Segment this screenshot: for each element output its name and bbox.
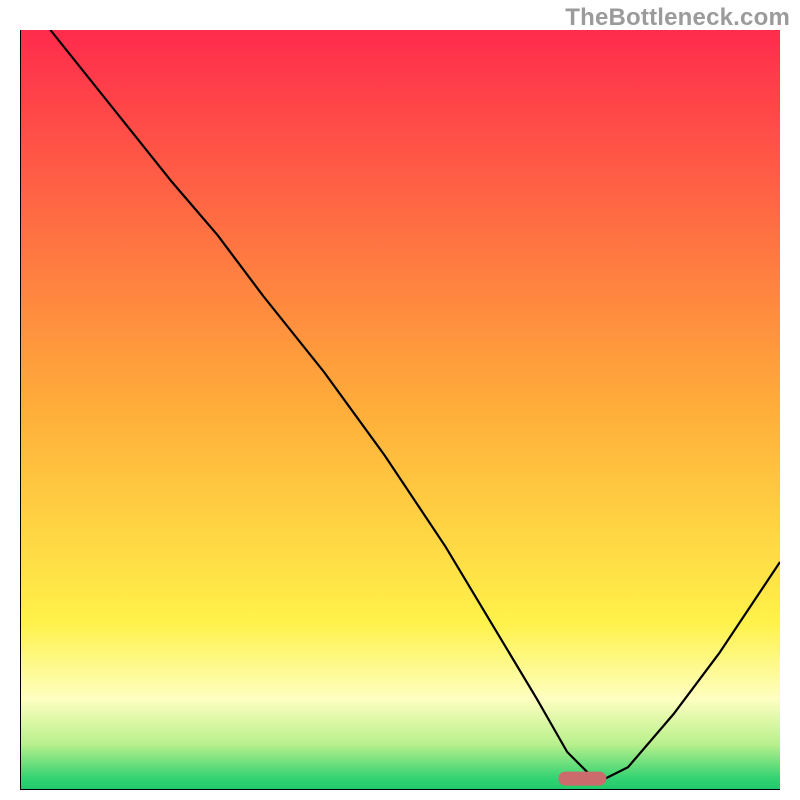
- chart-plot-area: [20, 30, 780, 790]
- optimum-marker: [558, 772, 606, 786]
- gradient-background: [20, 30, 780, 790]
- watermark-text: TheBottleneck.com: [565, 4, 790, 32]
- chart-svg: [20, 30, 780, 790]
- chart-container: TheBottleneck.com: [0, 0, 800, 800]
